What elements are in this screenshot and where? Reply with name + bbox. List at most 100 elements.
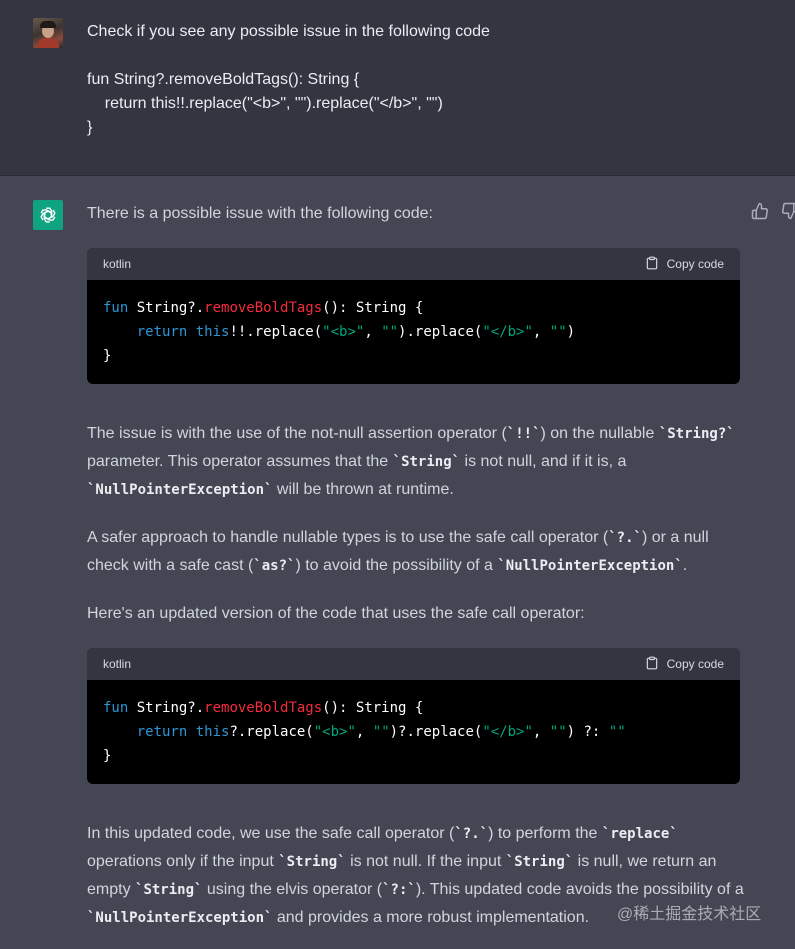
text-span: and provides a more robust implementatio… bbox=[272, 909, 590, 926]
code-token: ).replace( bbox=[398, 324, 483, 340]
text-span: In this updated code, we use the safe ca… bbox=[87, 825, 455, 842]
prompt-line: Check if you see any possible issue in t… bbox=[87, 23, 490, 40]
watermark: @稀土掘金技术社区 bbox=[617, 906, 762, 923]
prompt-line bbox=[87, 44, 767, 68]
inline-code: `NullPointerException` bbox=[87, 482, 273, 498]
code-token: , bbox=[532, 724, 550, 740]
code-token: removeBoldTags bbox=[204, 300, 323, 316]
code-token: } bbox=[103, 748, 112, 764]
code-body: fun String?.removeBoldTags(): String { r… bbox=[87, 280, 740, 384]
inline-code: `replace` bbox=[601, 826, 678, 842]
inline-code: `String` bbox=[278, 854, 346, 870]
code-token: removeBoldTags bbox=[204, 700, 323, 716]
text-span: ) to perform the bbox=[488, 825, 602, 842]
inline-code: `?.` bbox=[454, 826, 489, 842]
user-prompt: Check if you see any possible issue in t… bbox=[87, 20, 767, 140]
explanation-paragraph: The issue is with the use of the not-nul… bbox=[87, 420, 747, 504]
code-language: kotlin bbox=[103, 657, 132, 671]
text-span: ) to avoid the possibility of a bbox=[295, 557, 498, 574]
text-span: ). This updated code avoids the possibil… bbox=[415, 881, 744, 898]
code-token: "<b>" bbox=[322, 324, 365, 340]
text-span: operations only if the input bbox=[87, 853, 279, 870]
intro-text: There is a possible issue with the follo… bbox=[87, 205, 433, 222]
code-token: "</b>" bbox=[482, 724, 533, 740]
code-token: "" bbox=[549, 724, 567, 740]
code-token: this bbox=[195, 724, 230, 740]
code-token: (): String { bbox=[322, 300, 424, 316]
code-block: kotlin Copy code fun String?.removeBoldT… bbox=[87, 648, 740, 784]
code-token: , bbox=[355, 724, 373, 740]
text-span: is not null. If the input bbox=[345, 853, 506, 870]
inline-code: `?.` bbox=[608, 530, 642, 546]
code-block-header: kotlin Copy code bbox=[87, 648, 740, 680]
code-token: , bbox=[364, 324, 382, 340]
code-token: String?. bbox=[128, 700, 205, 716]
prompt-line: return this!!.replace("<b>", "").replace… bbox=[87, 95, 443, 112]
inline-code: `String` bbox=[135, 882, 203, 898]
code-token: "" bbox=[381, 324, 399, 340]
code-token: !!.replace( bbox=[229, 324, 323, 340]
code-language: kotlin bbox=[103, 257, 132, 271]
thumbs-down-icon[interactable] bbox=[781, 202, 795, 222]
code-block-header: kotlin Copy code bbox=[87, 248, 740, 280]
code-token: "" bbox=[549, 324, 567, 340]
code-line: fun String?.removeBoldTags(): String { bbox=[103, 696, 724, 720]
code-token: (): String { bbox=[322, 700, 424, 716]
text-span: parameter. This operator assumes that th… bbox=[87, 453, 393, 470]
assistant-message: There is a possible issue with the follo… bbox=[0, 177, 795, 949]
code-token: )?.replace( bbox=[389, 724, 483, 740]
clipboard-icon bbox=[645, 256, 659, 273]
code-token: return bbox=[136, 324, 188, 340]
text-span: ) on the nullable bbox=[540, 425, 659, 442]
text-span: The issue is with the use of the not-nul… bbox=[87, 425, 507, 442]
code-token: this bbox=[195, 324, 230, 340]
explanation-paragraph: A safer approach to handle nullable type… bbox=[87, 524, 747, 580]
code-token: fun bbox=[103, 700, 129, 716]
inline-code: `as?` bbox=[253, 558, 296, 574]
text-span: using the elvis operator ( bbox=[202, 881, 383, 898]
user-message: Check if you see any possible issue in t… bbox=[0, 0, 795, 176]
inline-code: `?:` bbox=[382, 882, 416, 898]
copy-code-button[interactable]: Copy code bbox=[645, 256, 724, 273]
code-token: fun bbox=[103, 300, 129, 316]
code-line: return this?.replace("<b>", "")?.replace… bbox=[103, 720, 724, 744]
code-token: ) bbox=[566, 324, 576, 340]
copy-code-button[interactable]: Copy code bbox=[645, 656, 724, 673]
code-token: "" bbox=[372, 724, 390, 740]
copy-code-label: Copy code bbox=[666, 257, 724, 271]
inline-code: `String?` bbox=[658, 426, 735, 442]
code-token: } bbox=[103, 348, 112, 364]
text-span: A safer approach to handle nullable type… bbox=[87, 529, 609, 546]
prompt-line: } bbox=[87, 119, 93, 136]
feedback-buttons bbox=[751, 202, 795, 222]
code-body: fun String?.removeBoldTags(): String { r… bbox=[87, 680, 740, 784]
code-token: return bbox=[136, 724, 188, 740]
code-token: "</b>" bbox=[482, 324, 533, 340]
thumbs-up-icon[interactable] bbox=[751, 202, 771, 222]
inline-code: `NullPointerException` bbox=[497, 558, 683, 574]
code-token: ) ?: bbox=[566, 724, 609, 740]
inline-code: `String` bbox=[392, 454, 461, 470]
explanation-paragraph: Here's an updated version of the code th… bbox=[87, 605, 585, 622]
text-span: . bbox=[682, 557, 688, 574]
openai-logo-icon bbox=[33, 200, 63, 230]
user-avatar bbox=[33, 18, 63, 48]
code-block: kotlin Copy code fun String?.removeBoldT… bbox=[87, 248, 740, 384]
code-token: , bbox=[532, 324, 550, 340]
code-line: } bbox=[103, 344, 724, 368]
clipboard-icon bbox=[645, 656, 659, 673]
code-line: return this!!.replace("<b>", "").replace… bbox=[103, 320, 724, 344]
code-token: String?. bbox=[128, 300, 205, 316]
code-line: } bbox=[103, 744, 724, 768]
prompt-line: fun String?.removeBoldTags(): String { bbox=[87, 71, 360, 88]
text-span: is not null, and if it is, a bbox=[460, 453, 627, 470]
text-span: will be thrown at runtime. bbox=[272, 481, 454, 498]
inline-code: `String` bbox=[505, 854, 574, 870]
code-token: "" bbox=[608, 724, 626, 740]
copy-code-label: Copy code bbox=[666, 657, 724, 671]
code-token: ?.replace( bbox=[229, 724, 314, 740]
